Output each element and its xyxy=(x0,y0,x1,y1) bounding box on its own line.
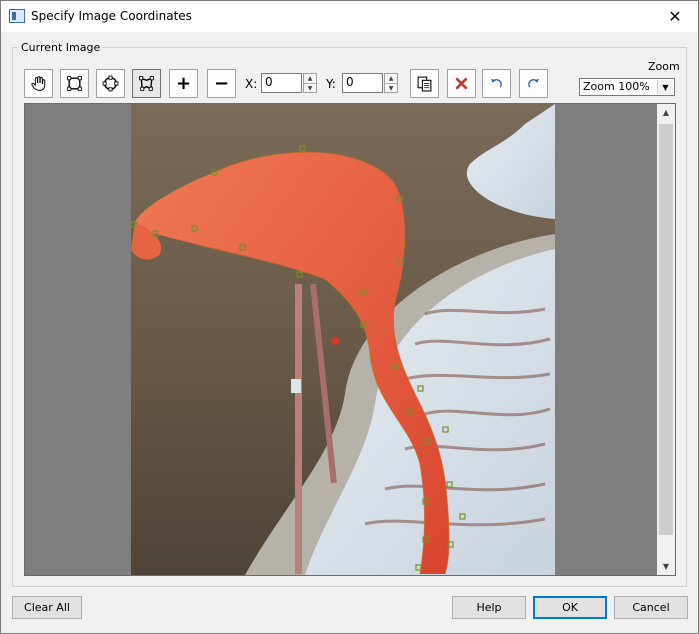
x-spinner[interactable]: ▲ ▼ xyxy=(303,73,317,93)
copy-button[interactable] xyxy=(410,69,439,98)
undo-button[interactable] xyxy=(482,69,511,98)
rectangle-tool-button[interactable] xyxy=(60,69,89,98)
y-coordinate-field[interactable]: 0 xyxy=(342,73,383,93)
undo-icon xyxy=(490,78,502,88)
image-canvas[interactable] xyxy=(24,103,676,576)
window-title: Specify Image Coordinates xyxy=(31,9,192,23)
spin-down-icon[interactable]: ▼ xyxy=(304,84,316,93)
app-icon xyxy=(9,9,25,23)
zoom-dropdown[interactable]: Zoom 100% ▼ xyxy=(579,78,675,96)
spin-down-icon[interactable]: ▼ xyxy=(385,84,397,93)
circle-tool-button[interactable] xyxy=(96,69,125,98)
x-label: X: xyxy=(245,77,258,91)
spin-up-icon[interactable]: ▲ xyxy=(385,74,397,84)
x-coordinate-field[interactable]: 0 xyxy=(261,73,302,93)
vertical-scrollbar[interactable]: ▲ ▼ xyxy=(657,104,675,575)
pan-hand-icon xyxy=(31,76,46,91)
remove-point-button[interactable]: − xyxy=(207,69,236,98)
redo-icon xyxy=(528,78,540,88)
title-bar: Specify Image Coordinates ✕ xyxy=(1,1,698,32)
flamingo-photo[interactable] xyxy=(25,104,675,575)
redo-button[interactable] xyxy=(519,69,548,98)
clear-all-button[interactable]: Clear All xyxy=(12,596,82,619)
add-point-button[interactable]: + xyxy=(169,69,198,98)
help-button[interactable]: Help xyxy=(452,596,526,619)
rectangle-shape-icon xyxy=(67,76,82,91)
spin-up-icon[interactable]: ▲ xyxy=(304,74,316,84)
close-button[interactable]: ✕ xyxy=(652,1,698,32)
ok-button[interactable]: OK xyxy=(533,596,607,619)
remove-point-icon: − xyxy=(213,73,230,94)
zoom-label: Zoom xyxy=(648,60,680,73)
cancel-button[interactable]: Cancel xyxy=(614,596,688,619)
add-point-icon: + xyxy=(175,73,192,94)
group-label: Current Image xyxy=(18,41,104,54)
flamingo-leg-front xyxy=(295,284,302,574)
pan-tool-button[interactable] xyxy=(24,69,53,98)
delete-button[interactable] xyxy=(447,69,476,98)
leg-band xyxy=(291,379,301,393)
marker-dot xyxy=(331,337,339,345)
zoom-value: Zoom 100% xyxy=(583,80,650,93)
circle-shape-icon xyxy=(102,75,119,92)
copy-icon xyxy=(417,76,432,92)
scroll-up-icon[interactable]: ▲ xyxy=(657,104,675,121)
chevron-down-icon[interactable]: ▼ xyxy=(657,80,673,94)
polygon-shape-icon xyxy=(139,76,154,91)
scroll-down-icon[interactable]: ▼ xyxy=(657,558,675,575)
y-spinner[interactable]: ▲ ▼ xyxy=(384,73,398,93)
y-label: Y: xyxy=(326,77,336,91)
delete-icon xyxy=(455,77,468,90)
polygon-tool-button[interactable] xyxy=(132,69,161,98)
scroll-thumb[interactable] xyxy=(659,124,673,535)
